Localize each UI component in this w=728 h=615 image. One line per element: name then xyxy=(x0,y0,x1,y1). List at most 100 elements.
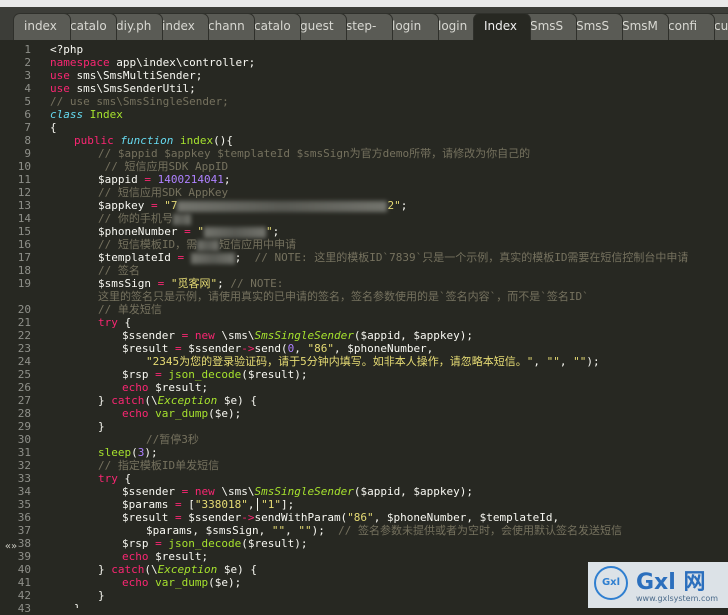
code-token: "" xyxy=(546,355,560,368)
code-line: use sms\SmsMultiSender; xyxy=(50,69,202,82)
code-line: // use sms\SmsSingleSender; xyxy=(50,95,229,108)
code-line: { xyxy=(50,121,57,134)
line-number: 7 xyxy=(24,121,31,134)
fold-marker-icon[interactable]: «» xyxy=(5,541,17,552)
code-token: , $phoneNumber, $templateId, xyxy=(373,511,560,524)
code-token: // NOTE: 这里的模板ID`7839`只是一个示例，真实的模板ID需要在短… xyxy=(254,251,689,264)
code-token: (){ xyxy=(213,134,233,147)
code-line: // 短信模板ID，需 短信应用中申请 xyxy=(98,238,296,251)
code-token: sleep xyxy=(98,446,132,459)
code-token: } xyxy=(98,563,112,576)
code-token: Exception xyxy=(157,394,218,407)
code-line: "2345为您的登录验证码，请于5分钟内填写。如非本人操作，请忽略本短信。", … xyxy=(146,355,600,368)
line-number: 30 xyxy=(17,433,31,446)
code-token: [ xyxy=(181,498,195,511)
line-number: 9 xyxy=(24,147,31,160)
code-token: class xyxy=(50,108,84,121)
code-token: ); xyxy=(311,524,339,537)
code-token: "86" xyxy=(347,511,374,524)
code-line: $params, $smsSign, "", ""); // 签名参数未提供或者… xyxy=(146,524,622,537)
code-token: function xyxy=(120,134,174,147)
redacted-text xyxy=(203,226,266,238)
code-token: <?php xyxy=(50,43,84,56)
code-line: // 短信应用SDK AppKey xyxy=(98,186,228,199)
code-token: $params, $smsSign, xyxy=(146,524,272,537)
code-token: { xyxy=(50,121,57,134)
code-line: //暂停3秒 xyxy=(146,433,199,446)
code-token: , xyxy=(247,498,262,511)
code-token: $e) { xyxy=(217,563,257,576)
code-line: $templateId = ; // NOTE: 这里的模板ID`7839`只是… xyxy=(98,251,688,264)
code-token: echo xyxy=(122,550,149,563)
code-token: ($e); xyxy=(208,407,242,420)
code-line: } xyxy=(98,589,105,602)
code-line: namespace app\index\controller; xyxy=(50,56,255,69)
code-token: send( xyxy=(254,342,288,355)
code-token: catch xyxy=(111,394,145,407)
code-token: $result; xyxy=(148,550,209,563)
line-number: 26 xyxy=(17,381,31,394)
code-line: try { xyxy=(98,316,131,329)
code-token: , xyxy=(285,524,299,537)
code-token: sendWithParam( xyxy=(254,511,348,524)
code-token: $params xyxy=(122,498,175,511)
line-number: 14 xyxy=(17,212,31,225)
line-number: 23 xyxy=(17,342,31,355)
code-token: echo xyxy=(122,381,149,394)
code-token: " xyxy=(265,225,273,238)
code-editor[interactable]: <?php namespace app\index\controller; use … xyxy=(44,40,728,608)
code-token: "338018" xyxy=(194,498,248,511)
code-token: "" xyxy=(298,524,312,537)
code-token: -> xyxy=(241,342,255,355)
code-token: var_dump xyxy=(155,407,209,420)
line-number: 27 xyxy=(17,394,31,407)
code-token: sms\SmsSenderUtil; xyxy=(69,82,196,95)
line-number: 33 xyxy=(17,472,31,485)
code-token: SmsSingleSender xyxy=(254,329,354,342)
code-token: \sms\ xyxy=(214,329,255,342)
tab-10[interactable]: Index xyxy=(473,13,531,40)
code-token: ; xyxy=(223,173,231,186)
code-line: $ssender = new \sms\SmsSingleSender($app… xyxy=(122,329,473,342)
code-token: = xyxy=(155,368,162,381)
code-token: = xyxy=(174,498,182,511)
line-number: 3 xyxy=(24,69,31,82)
code-line: $smsSign = "觅客网"; // NOTE: xyxy=(98,277,283,290)
redacted-text xyxy=(190,252,235,264)
code-token: public xyxy=(74,134,114,147)
code-token: \sms\ xyxy=(214,485,255,498)
code-line: echo var_dump($e); xyxy=(122,407,241,420)
code-line: // 指定模板ID单发短信 xyxy=(98,459,219,472)
line-number: 19 xyxy=(17,277,31,290)
code-token: 1400214041 xyxy=(157,173,224,186)
line-number: 5 xyxy=(24,95,31,108)
code-token: 2" xyxy=(387,199,401,212)
code-line: $rsp = json_decode($result); xyxy=(122,368,307,381)
code-token: "1" xyxy=(261,498,281,511)
code-token: // 单发短信 xyxy=(98,303,162,316)
code-token: ; xyxy=(272,225,280,238)
code-line: // 短信应用SDK AppID xyxy=(98,160,228,173)
tab-0[interactable]: index xyxy=(13,13,71,40)
code-token: // 短信应用SDK AppKey xyxy=(98,186,229,199)
code-token: $phoneNumber xyxy=(98,225,185,238)
code-token: "觅客网" xyxy=(170,277,218,290)
line-number: 17 xyxy=(17,251,31,264)
code-token: , xyxy=(533,355,547,368)
line-number: 24 xyxy=(17,355,31,368)
line-number: 22 xyxy=(17,329,31,342)
line-number: 11 xyxy=(17,173,31,186)
code-token: (\ xyxy=(144,563,158,576)
code-token: $result xyxy=(122,511,175,524)
code-token: "" xyxy=(271,524,286,537)
watermark-badge: Gxl xyxy=(594,566,628,600)
code-token: app\index\controller; xyxy=(109,56,256,69)
code-token: { xyxy=(117,316,132,329)
code-token: (\ xyxy=(144,394,158,407)
code-line: public function index(){ xyxy=(74,134,233,147)
code-token: $ssender xyxy=(181,342,242,355)
code-token: "" xyxy=(573,355,587,368)
line-number: 12 xyxy=(17,186,31,199)
